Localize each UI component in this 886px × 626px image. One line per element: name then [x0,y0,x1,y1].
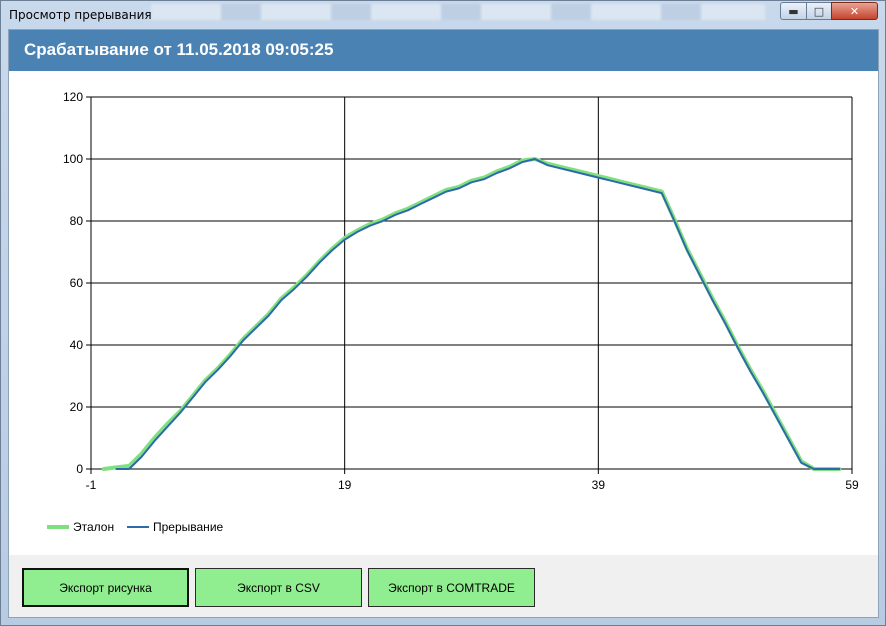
legend-label: Прерывание [153,520,224,534]
header-bar: Срабатывание от 11.05.2018 09:05:25 [9,30,878,71]
x-tick-label: -1 [86,478,97,492]
export-comtrade-button[interactable]: Экспорт в COMTRADE [368,568,535,607]
maximize-icon: □ [813,4,825,18]
background-window-ghost [151,4,765,20]
x-tick-label: 19 [338,478,352,492]
close-button[interactable]: ✕ [831,2,878,20]
etalon-series-line [101,157,842,471]
button-bar: Экспорт рисунка Экспорт в CSV Экспорт в … [9,555,878,617]
line-chart: 0 20 40 60 80 100 120 -1 19 39 59 Эталон Прерывание [47,90,859,534]
y-tick-label: 80 [70,214,84,228]
maximize-button[interactable]: □ [806,2,832,20]
x-tick-label: 39 [592,478,606,492]
y-tick-label: 120 [63,90,83,104]
window-title: Просмотр прерывания [9,8,152,22]
x-tick-label: 59 [845,478,859,492]
y-tick-label: 40 [70,338,84,352]
title-bar[interactable]: Просмотр прерывания ▬ □ ✕ [1,1,885,29]
chart-area: 0 20 40 60 80 100 120 -1 19 39 59 Эталон Прерывание [9,71,878,555]
legend-label: Эталон [73,520,114,534]
minimize-button[interactable]: ▬ [780,2,807,20]
window-frame: Просмотр прерывания ▬ □ ✕ Срабатывание о… [0,0,886,626]
interruption-series-line [115,158,841,470]
minimize-icon: ▬ [788,4,799,18]
y-tick-label: 100 [63,152,83,166]
y-tick-label: 20 [70,400,84,414]
page-title: Срабатывание от 11.05.2018 09:05:25 [24,40,334,59]
y-tick-label: 60 [70,276,84,290]
export-image-button[interactable]: Экспорт рисунка [22,568,189,607]
client-area: Срабатывание от 11.05.2018 09:05:25 0 20 4… [8,29,879,618]
export-csv-button[interactable]: Экспорт в CSV [195,568,362,607]
y-tick-label: 0 [76,462,83,476]
close-icon: ✕ [849,4,860,18]
